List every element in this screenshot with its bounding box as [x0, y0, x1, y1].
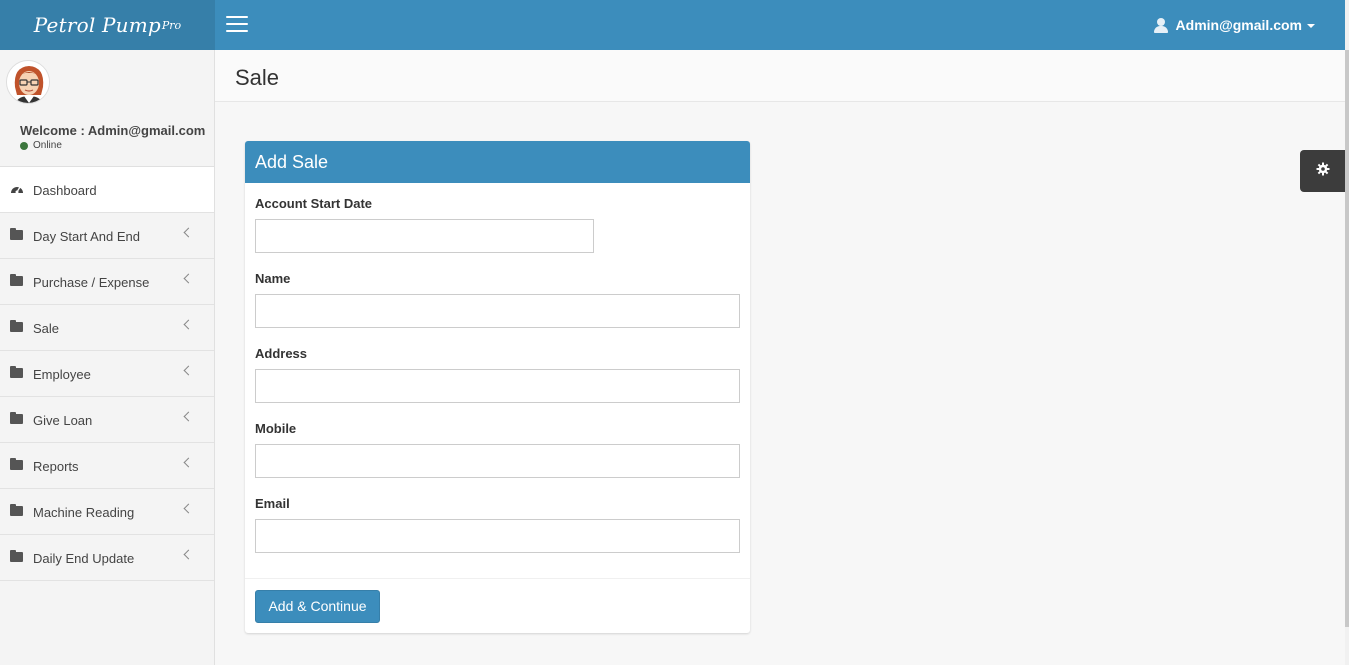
email-input[interactable]: [255, 519, 740, 553]
folder-icon: [10, 228, 23, 240]
address-input[interactable]: [255, 369, 740, 403]
user-panel: Welcome : Admin@gmail.com Online: [0, 50, 214, 167]
folder-icon: [10, 366, 23, 378]
user-menu[interactable]: Admin@gmail.com: [1153, 0, 1315, 50]
account-start-date-label: Account Start Date: [255, 196, 373, 211]
sidebar-item-label: Give Loan: [33, 413, 93, 428]
content-header: Sale: [215, 50, 1345, 102]
chevron-left-icon: [183, 503, 194, 514]
dashboard-icon: [10, 182, 23, 194]
top-navbar: Petrol Pump Pro Admin@gmail.com: [0, 0, 1345, 50]
sidebar: Welcome : Admin@gmail.com Online Dashboa…: [0, 50, 215, 665]
sidebar-item-label: Reports: [33, 459, 79, 474]
avatar: [6, 60, 50, 104]
sidebar-toggle-icon[interactable]: [226, 16, 248, 34]
page-scrollbar-thumb[interactable]: [1345, 50, 1349, 627]
sidebar-item-dashboard[interactable]: Dashboard: [0, 167, 214, 213]
status-dot-icon: [20, 141, 28, 150]
chevron-left-icon: [183, 457, 194, 468]
caret-down-icon: [1307, 24, 1315, 28]
sidebar-item-label: Sale: [33, 321, 60, 336]
chevron-left-icon: [183, 273, 194, 284]
sidebar-item-reports[interactable]: Reports: [0, 443, 214, 489]
chevron-left-icon: [183, 319, 194, 330]
sidebar-item-label: Day Start And End: [33, 229, 140, 244]
email-label: Email: [255, 496, 290, 511]
add-sale-form: Add Sale Account Start Date Name Address…: [245, 141, 750, 633]
folder-icon: [10, 458, 23, 470]
online-status: Online: [20, 140, 62, 151]
sidebar-item-give-loan[interactable]: Give Loan: [0, 397, 214, 443]
folder-icon: [10, 412, 23, 424]
sidebar-item-day-start-and-end[interactable]: Day Start And End: [0, 213, 214, 259]
name-label: Name: [255, 271, 291, 286]
brand-suffix: Pro: [161, 18, 182, 32]
chevron-left-icon: [183, 365, 194, 376]
chevron-left-icon: [183, 411, 194, 422]
page-title: Sale: [235, 65, 280, 90]
user-icon: [1153, 17, 1168, 33]
account-start-date-input[interactable]: [255, 219, 594, 253]
mobile-label: Mobile: [255, 421, 297, 436]
welcome-text: Welcome : Admin@gmail.com: [20, 123, 206, 138]
status-label: Online: [33, 140, 62, 151]
sidebar-item-sale[interactable]: Sale: [0, 305, 214, 351]
sidebar-item-purchase-expense[interactable]: Purchase / Expense: [0, 259, 214, 305]
sidebar-item-label: Employee: [33, 367, 91, 382]
chevron-left-icon: [183, 549, 194, 560]
settings-button[interactable]: [1300, 150, 1345, 192]
sidebar-item-label: Machine Reading: [33, 505, 135, 520]
form-footer: Add & Continue: [245, 578, 750, 633]
add-continue-button[interactable]: Add & Continue: [255, 590, 380, 623]
mobile-input[interactable]: [255, 444, 740, 478]
sidebar-item-label: Purchase / Expense: [33, 275, 150, 290]
sidebar-item-label: Dashboard: [33, 183, 97, 198]
sidebar-item-daily-end-update[interactable]: Daily End Update: [0, 535, 214, 581]
folder-icon: [10, 274, 23, 286]
form-title: Add Sale: [245, 141, 750, 183]
address-label: Address: [255, 346, 308, 361]
folder-icon: [10, 320, 23, 332]
folder-icon: [10, 504, 23, 516]
user-email: Admin@gmail.com: [1175, 17, 1302, 33]
sidebar-item-label: Daily End Update: [33, 551, 135, 566]
sidebar-item-employee[interactable]: Employee: [0, 351, 214, 397]
gear-icon: [1316, 162, 1330, 181]
chevron-left-icon: [183, 227, 194, 238]
brand-logo[interactable]: Petrol Pump Pro: [0, 0, 215, 50]
brand-name: Petrol Pump: [33, 13, 161, 37]
name-input[interactable]: [255, 294, 740, 328]
folder-icon: [10, 550, 23, 562]
sidebar-item-machine-reading[interactable]: Machine Reading: [0, 489, 214, 535]
